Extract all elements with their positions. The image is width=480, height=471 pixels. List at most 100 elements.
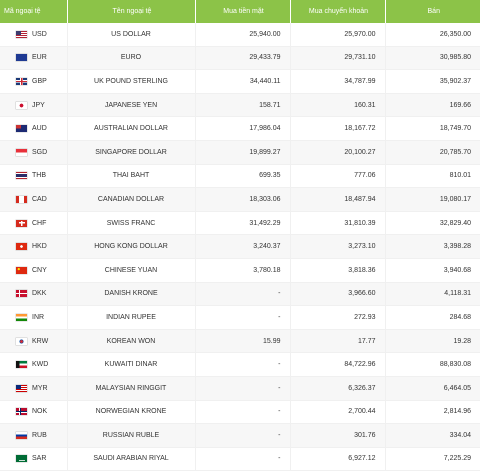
transfer-buy-rate: 3,273.10	[290, 234, 386, 259]
transfer-buy-rate: 3,818.36	[290, 258, 386, 283]
russia-flag-icon	[16, 431, 27, 439]
sell-rate: 20,785.70	[385, 140, 480, 165]
currency-name: THAI BAHT	[67, 164, 196, 189]
table-row: MYR MALAYSIAN RINGGIT -6,326.37 6,464.05	[0, 376, 480, 401]
currency-code: SGD	[32, 148, 48, 156]
cash-buy-rate: -	[195, 423, 291, 448]
table-row: USD US DOLLAR 25,940.00 25,970.00 26,350.00	[0, 23, 480, 47]
currency-code-wrapper: JPY	[16, 101, 61, 109]
currency-code-wrapper: GBP	[16, 77, 61, 85]
table-row: GBP UK POUND STERLING 34,440.11 34,787.99 35…	[0, 69, 480, 94]
cash-buy-rate: -	[195, 400, 291, 425]
cash-buy-rate: 3,780.18	[195, 258, 291, 283]
transfer-buy-rate: 29,731.10	[290, 46, 386, 71]
sell-rate: 26,350.00	[385, 23, 480, 47]
currency-code-wrapper: KWD	[16, 361, 61, 369]
table-row: KWD KUWAITI DINAR -84,722.96 88,830.08	[0, 352, 480, 377]
currency-code: GBP	[32, 77, 47, 85]
hong-kong-flag-icon	[16, 243, 27, 251]
cash-buy-rate: 158.71	[195, 93, 291, 118]
currency-code: CNY	[32, 266, 47, 274]
sell-rate: 810.01	[385, 164, 480, 189]
transfer-buy-rate: 3,966.60	[290, 282, 386, 307]
transfer-buy-rate: 18,167.72	[290, 116, 386, 141]
sell-rate: 3,398.28	[385, 234, 480, 259]
currency-code-wrapper: MYR	[16, 384, 61, 392]
currency-code-cell: THB	[0, 164, 68, 189]
sell-rate: 169.66	[385, 93, 480, 118]
cash-buy-rate: 17,986.04	[195, 116, 291, 141]
thailand-flag-icon	[16, 172, 27, 180]
currency-name: SINGAPORE DOLLAR	[67, 140, 196, 165]
currency-code: CAD	[32, 195, 47, 203]
table-row: SGD SINGAPORE DOLLAR 19,899.27 20,100.27 20,…	[0, 140, 480, 165]
currency-name: CHINESE YUAN	[67, 258, 196, 283]
header-code: Mã ngoại tệ	[0, 0, 68, 23]
currency-name: RUSSIAN RUBLE	[67, 423, 196, 448]
cash-buy-rate: 3,240.37	[195, 234, 291, 259]
transfer-buy-rate: 17.77	[290, 329, 386, 354]
currency-name: SWISS FRANC	[67, 211, 196, 236]
currency-code-cell: DKK	[0, 282, 68, 307]
currency-code: USD	[32, 30, 47, 38]
transfer-buy-rate: 301.76	[290, 423, 386, 448]
currency-code-wrapper: CNY	[16, 266, 61, 274]
currency-code: MYR	[32, 384, 48, 392]
currency-code-wrapper: RUB	[16, 431, 61, 439]
canada-flag-icon	[16, 195, 27, 203]
currency-name: CANADIAN DOLLAR	[67, 187, 196, 212]
uk-flag-icon	[16, 77, 27, 85]
currency-code-wrapper: DKK	[16, 290, 61, 298]
sell-rate: 35,902.37	[385, 69, 480, 94]
currency-code-wrapper: SGD	[16, 148, 61, 156]
currency-code-cell: USD	[0, 23, 68, 47]
transfer-buy-rate: 272.93	[290, 305, 386, 330]
currency-code: RUB	[32, 431, 47, 439]
header-name: Tên ngoại tệ	[67, 0, 196, 23]
currency-code-cell: RUB	[0, 423, 68, 448]
table-row: JPY JAPANESE YEN 158.71 160.31 169.66	[0, 93, 480, 118]
currency-code-cell: CHF	[0, 211, 68, 236]
currency-name: MALAYSIAN RINGGIT	[67, 376, 196, 401]
transfer-buy-rate: 160.31	[290, 93, 386, 118]
table-row: HKD HONG KONG DOLLAR 3,240.37 3,273.10 3,398…	[0, 234, 480, 259]
sell-rate: 4,118.31	[385, 282, 480, 307]
table-row: CAD CANADIAN DOLLAR 18,303.06 18,487.94 19,0…	[0, 187, 480, 212]
currency-code: JPY	[32, 101, 45, 109]
currency-code-wrapper: KRW	[16, 337, 61, 345]
transfer-buy-rate: 84,722.96	[290, 352, 386, 377]
currency-code-cell: CNY	[0, 258, 68, 283]
transfer-buy-rate: 34,787.99	[290, 69, 386, 94]
currency-code: NOK	[32, 408, 48, 416]
header-transfer-buy: Mua chuyển khoản	[290, 0, 386, 23]
currency-code-wrapper: USD	[16, 30, 61, 38]
saudi-arabia-flag-icon	[16, 455, 27, 463]
table-row: RUB RUSSIAN RUBLE -301.76 334.04	[0, 423, 480, 448]
india-flag-icon	[16, 313, 27, 321]
currency-code: EUR	[32, 54, 47, 62]
cash-buy-rate: 15.99	[195, 329, 291, 354]
currency-code-cell: NOK	[0, 400, 68, 425]
table-row: CHF SWISS FRANC 31,492.29 31,810.39 32,829.4…	[0, 211, 480, 236]
currency-code-cell: AUD	[0, 116, 68, 141]
currency-code-wrapper: SAR	[16, 455, 61, 463]
table-row: AUD AUSTRALIAN DOLLAR 17,986.04 18,167.72 18…	[0, 116, 480, 141]
transfer-buy-rate: 6,326.37	[290, 376, 386, 401]
table-body: USD US DOLLAR 25,940.00 25,970.00 26,350.00 E…	[0, 23, 480, 471]
currency-name: UK POUND STERLING	[67, 69, 196, 94]
singapore-flag-icon	[16, 148, 27, 156]
transfer-buy-rate: 2,700.44	[290, 400, 386, 425]
cash-buy-rate: 29,433.79	[195, 46, 291, 71]
exchange-rate-table: Mã ngoại tệ Tên ngoại tệ Mua tiền mặt Mu…	[0, 0, 480, 471]
sell-rate: 30,985.80	[385, 46, 480, 71]
sell-rate: 19.28	[385, 329, 480, 354]
currency-code: HKD	[32, 243, 47, 251]
norway-flag-icon	[16, 408, 27, 416]
currency-code: KRW	[32, 337, 49, 345]
currency-name: US DOLLAR	[67, 23, 196, 47]
malaysia-flag-icon	[16, 384, 27, 392]
cash-buy-rate: 34,440.11	[195, 69, 291, 94]
currency-name: EURO	[67, 46, 196, 71]
cash-buy-rate: 19,899.27	[195, 140, 291, 165]
currency-code-cell: KRW	[0, 329, 68, 354]
